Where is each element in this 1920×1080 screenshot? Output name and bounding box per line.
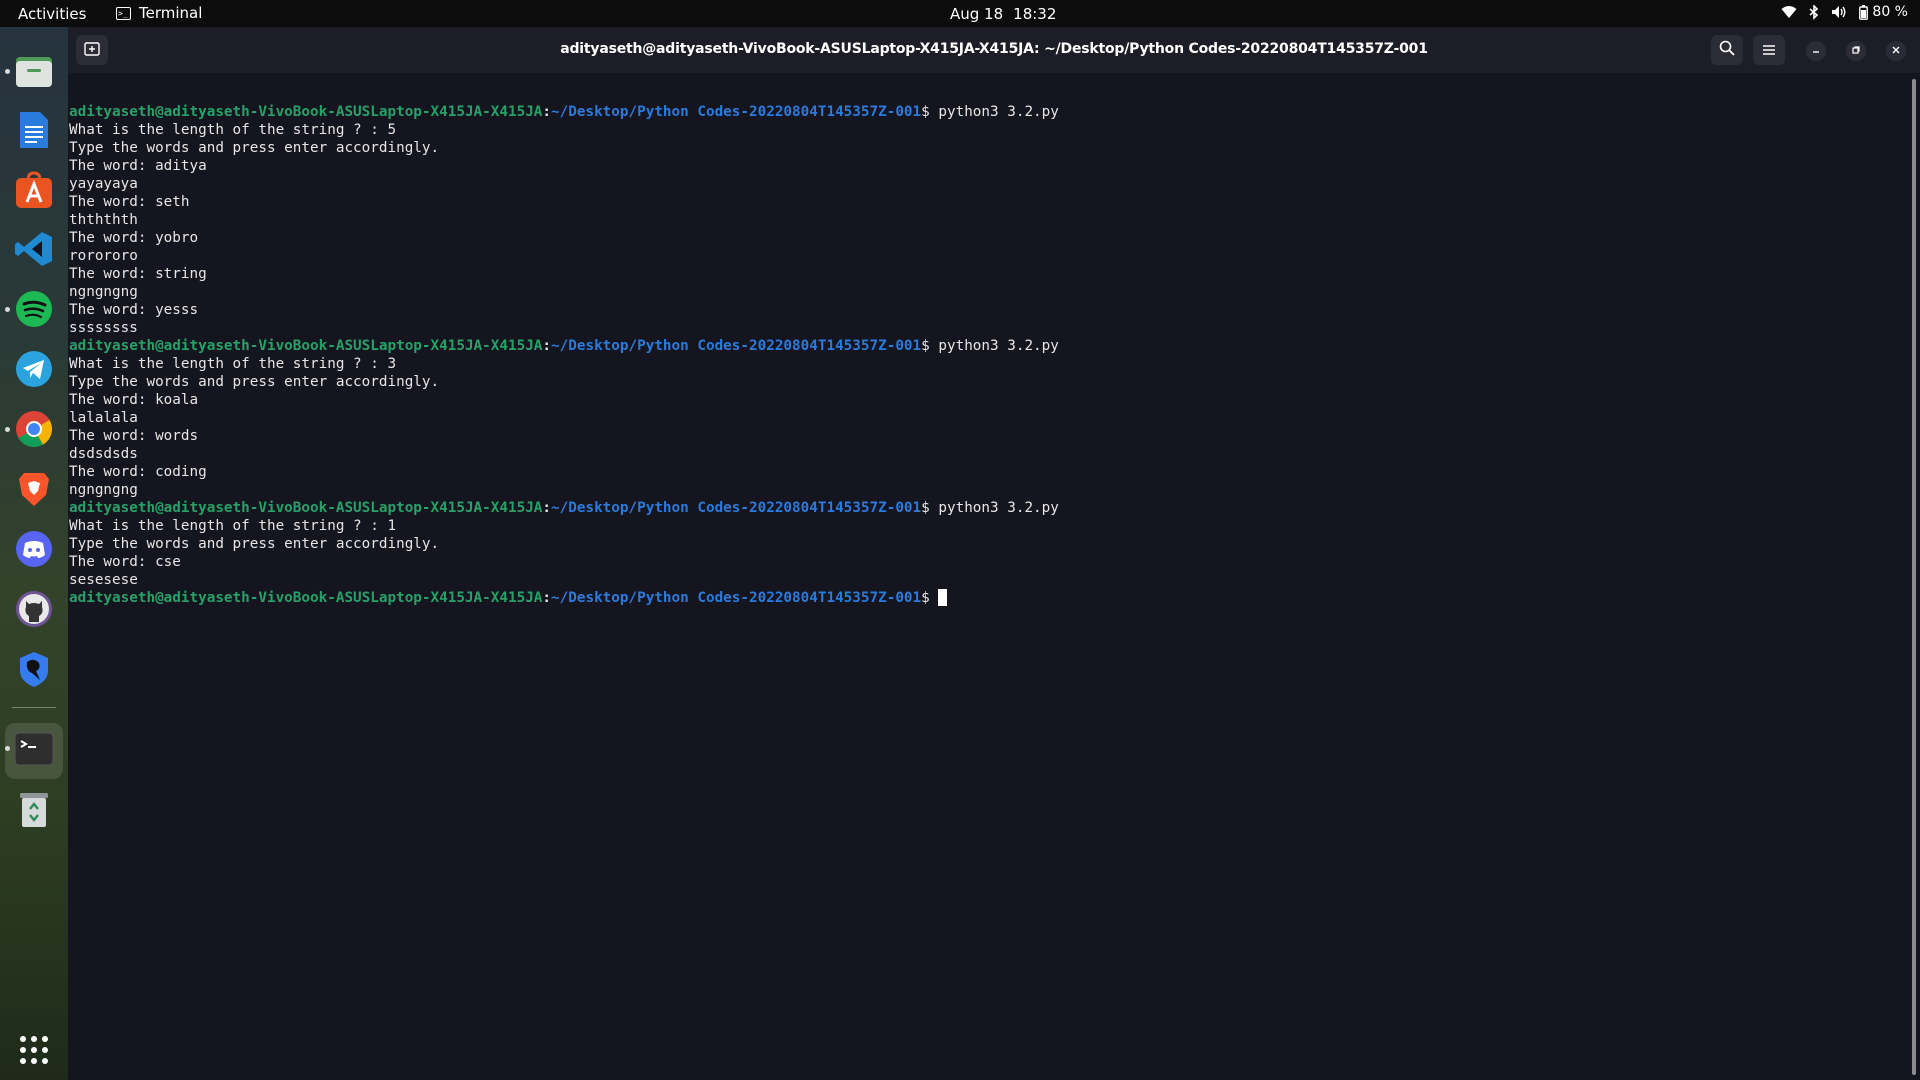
output-line: The word: coding xyxy=(69,464,207,480)
clock-date: Aug 18 xyxy=(950,5,1004,23)
hamburger-icon xyxy=(1762,41,1776,60)
app-menu[interactable]: >_ Terminal xyxy=(116,4,202,22)
brave-icon[interactable] xyxy=(12,467,56,511)
bluetooth-icon xyxy=(1809,4,1819,20)
output-line: The word: koala xyxy=(69,392,199,408)
prompt-user: adityaseth@adityaseth-VivoBook-ASUSLapto… xyxy=(69,104,543,120)
output-line: The word: words xyxy=(69,428,199,444)
running-indicator xyxy=(5,307,10,312)
battery-percentage: 80 % xyxy=(1872,4,1908,20)
prompt-path: ~/Desktop/Python Codes-20220804T145357Z-… xyxy=(551,104,922,120)
output-line: The word: string xyxy=(69,266,207,282)
wifi-icon xyxy=(1781,5,1797,19)
minimize-button[interactable] xyxy=(1806,41,1826,61)
output-line: Type the words and press enter according… xyxy=(69,140,440,156)
output-line: Type the words and press enter according… xyxy=(69,536,440,552)
chrome-icon[interactable] xyxy=(12,407,56,451)
prompt-line: adityaseth@adityaseth-VivoBook-ASUSLapto… xyxy=(69,337,1908,355)
prompt-colon: : xyxy=(542,500,552,516)
prompt-dollar: $ xyxy=(921,500,939,516)
search-icon xyxy=(1719,40,1735,60)
prompt-dollar: $ xyxy=(921,338,939,354)
window-title: adityaseth@adityaseth-VivoBook-ASUSLapto… xyxy=(560,41,1428,57)
prompt-user: adityaseth@adityaseth-VivoBook-ASUSLapto… xyxy=(69,590,543,606)
output-line: yayayaya xyxy=(69,176,138,192)
output-line: What is the length of the string ? : 3 xyxy=(69,356,397,372)
output-line: The word: yobro xyxy=(69,230,199,246)
output-line: thththth xyxy=(69,212,138,228)
minimize-icon xyxy=(1811,45,1821,58)
prompt-colon: : xyxy=(542,104,552,120)
output-line: lalalala xyxy=(69,410,138,426)
title-bar[interactable]: adityaseth@adityaseth-VivoBook-ASUSLapto… xyxy=(68,27,1920,73)
terminal-window: adityaseth@adityaseth-VivoBook-ASUSLapto… xyxy=(68,27,1920,1080)
running-indicator xyxy=(5,427,10,432)
telegram-icon[interactable] xyxy=(12,347,56,391)
clock-time: 18:32 xyxy=(1013,5,1057,23)
close-icon xyxy=(1891,45,1901,58)
app-menu-label: Terminal xyxy=(139,4,203,22)
prompt-path: ~/Desktop/Python Codes-20220804T145357Z-… xyxy=(551,338,922,354)
vscode-icon[interactable] xyxy=(12,227,56,271)
ubuntu-software-icon[interactable] xyxy=(12,168,56,212)
system-tray[interactable]: 80 % xyxy=(1781,4,1908,20)
dock-separator xyxy=(12,707,56,708)
prompt-line: adityaseth@adityaseth-VivoBook-ASUSLapto… xyxy=(69,589,1908,607)
output-line: ssssssss xyxy=(69,320,138,336)
output-line: The word: cse xyxy=(69,554,181,570)
kali-icon[interactable] xyxy=(12,647,56,691)
output-line: rorororo xyxy=(69,248,138,264)
terminal-output[interactable]: adityaseth@adityaseth-VivoBook-ASUSLapto… xyxy=(68,73,1908,1080)
output-line: ngngngng xyxy=(69,482,138,498)
show-apps-icon[interactable] xyxy=(12,1028,56,1072)
spotify-icon[interactable] xyxy=(12,287,56,331)
prompt-dollar: $ xyxy=(921,104,939,120)
output-line: sesesese xyxy=(69,572,138,588)
command-text: python3 3.2.py xyxy=(938,104,1059,120)
restore-button[interactable] xyxy=(1846,41,1866,61)
volume-icon xyxy=(1831,5,1847,19)
prompt-line: adityaseth@adityaseth-VivoBook-ASUSLapto… xyxy=(69,499,1908,517)
prompt-colon: : xyxy=(542,590,552,606)
command-text: python3 3.2.py xyxy=(938,500,1059,516)
trash-icon[interactable] xyxy=(12,787,56,831)
libreoffice-writer-icon[interactable] xyxy=(12,108,56,152)
dock xyxy=(0,27,68,1080)
prompt-user: adityaseth@adityaseth-VivoBook-ASUSLapto… xyxy=(69,338,543,354)
prompt-path: ~/Desktop/Python Codes-20220804T145357Z-… xyxy=(551,500,922,516)
output-line: The word: yesss xyxy=(69,302,199,318)
output-line: ngngngng xyxy=(69,284,138,300)
clock[interactable]: Aug 18 18:32 xyxy=(950,5,1056,23)
activities-button[interactable]: Activities xyxy=(18,5,86,23)
battery-indicator: 80 % xyxy=(1859,4,1908,20)
battery-icon xyxy=(1859,4,1869,20)
output-line: Type the words and press enter according… xyxy=(69,374,440,390)
command-text: python3 3.2.py xyxy=(938,338,1059,354)
github-icon[interactable] xyxy=(12,587,56,631)
prompt-colon: : xyxy=(542,338,552,354)
restore-icon xyxy=(1851,45,1861,58)
output-line: The word: seth xyxy=(69,194,190,210)
output-line: What is the length of the string ? : 1 xyxy=(69,518,397,534)
terminal-small-icon: >_ xyxy=(116,6,131,20)
prompt-user: adityaseth@adityaseth-VivoBook-ASUSLapto… xyxy=(69,500,543,516)
output-line: The word: aditya xyxy=(69,158,207,174)
search-button[interactable] xyxy=(1711,35,1743,65)
menu-button[interactable] xyxy=(1753,35,1785,65)
close-button[interactable] xyxy=(1886,41,1906,61)
output-line: dsdsdsds xyxy=(69,446,138,462)
output-line: What is the length of the string ? : 5 xyxy=(69,122,397,138)
prompt-line: adityaseth@adityaseth-VivoBook-ASUSLapto… xyxy=(69,103,1908,121)
top-bar: Activities >_ Terminal Aug 18 18:32 80 % xyxy=(0,0,1920,27)
terminal-icon[interactable] xyxy=(12,727,56,771)
discord-icon[interactable] xyxy=(12,527,56,571)
prompt-dollar: $ xyxy=(921,590,939,606)
running-indicator xyxy=(5,746,10,751)
text-cursor xyxy=(938,589,948,606)
running-indicator xyxy=(5,69,10,74)
scrollbar[interactable] xyxy=(1912,79,1916,1075)
prompt-path: ~/Desktop/Python Codes-20220804T145357Z-… xyxy=(551,590,922,606)
files-icon[interactable] xyxy=(12,49,56,93)
